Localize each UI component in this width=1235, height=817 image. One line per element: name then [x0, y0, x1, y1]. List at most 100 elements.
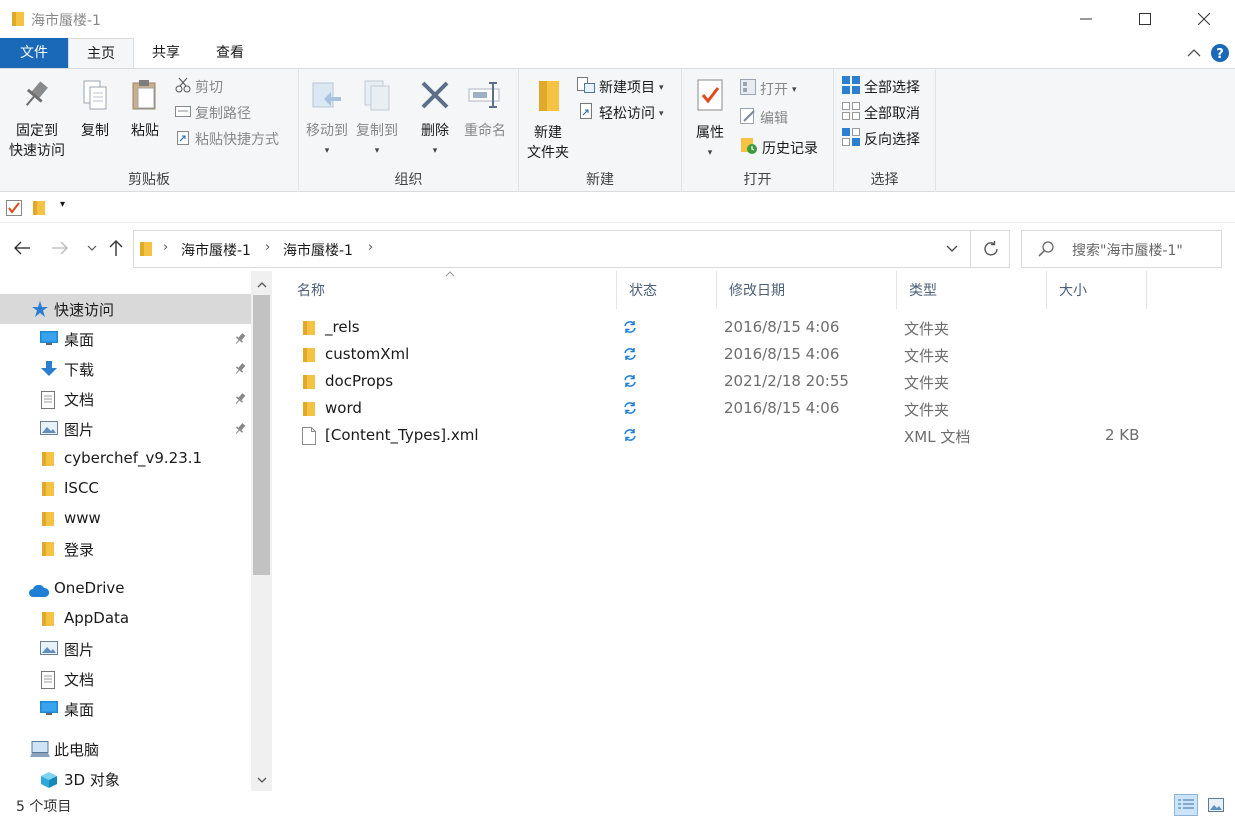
close-button[interactable]	[1175, 0, 1233, 38]
nav-item-3d-objects[interactable]: 3D 对象	[0, 764, 251, 794]
column-header-status[interactable]: 状态	[617, 271, 717, 309]
maximize-button[interactable]	[1116, 0, 1174, 38]
rename-button[interactable]: 重命名	[459, 79, 511, 141]
select-none-label: 全部取消	[864, 106, 920, 122]
nav-label: OneDrive	[54, 579, 125, 597]
minimize-button[interactable]	[1057, 0, 1115, 38]
collapse-ribbon-icon[interactable]	[1187, 38, 1201, 68]
file-row[interactable]: customXml 2016/8/15 4:06 文件夹	[285, 341, 1147, 368]
open-button[interactable]: 打开 ▾	[740, 78, 797, 101]
search-input[interactable]: 搜索"海市蜃楼-1"	[1072, 240, 1183, 260]
move-to-button[interactable]: 移动到 ▾	[305, 79, 349, 161]
nav-item-downloads[interactable]: 下载	[0, 354, 251, 384]
cube-icon	[40, 771, 58, 793]
invert-selection-button[interactable]: 反向选择	[842, 127, 920, 151]
nav-item-folder[interactable]: ISCC	[0, 474, 251, 504]
pin-icon[interactable]	[234, 421, 246, 439]
nav-item-folder[interactable]: 登录	[0, 534, 251, 564]
new-folder-icon[interactable]	[32, 200, 46, 220]
nav-item-this-pc[interactable]: 此电脑	[0, 734, 251, 764]
back-button[interactable]	[10, 237, 34, 259]
file-row[interactable]: [Content_Types].xml XML 文档 2 KB	[285, 422, 1147, 449]
new-folder-button[interactable]: 新建 文件夹	[523, 79, 573, 163]
breadcrumb-item[interactable]: 海市蜃楼-1	[181, 240, 251, 260]
breadcrumb-separator-icon[interactable]: ›	[368, 240, 373, 255]
download-icon	[40, 361, 58, 381]
folder-icon	[42, 611, 54, 631]
recent-locations-chevron-icon[interactable]	[80, 237, 104, 259]
nav-item-quick-access[interactable]: 快速访问	[0, 294, 251, 324]
properties-button[interactable]: 属性 ▾	[688, 79, 732, 163]
file-size: 2 KB	[1105, 426, 1140, 444]
nav-item-folder[interactable]: cyberchef_v9.23.1	[0, 444, 251, 474]
tab-home[interactable]: 主页	[68, 38, 134, 69]
large-icons-view-button[interactable]	[1204, 794, 1228, 816]
address-dropdown-icon[interactable]	[934, 231, 970, 267]
column-header-type[interactable]: 类型	[897, 271, 1047, 309]
pin-icon[interactable]	[234, 391, 246, 409]
column-header-name[interactable]: 名称	[285, 271, 617, 309]
select-all-button[interactable]: 全部选择	[842, 75, 920, 99]
address-bar[interactable]: › 海市蜃楼-1 › 海市蜃楼-1 ›	[133, 230, 1010, 268]
cut-button[interactable]: 剪切	[175, 77, 223, 99]
file-row[interactable]: word 2016/8/15 4:06 文件夹	[285, 395, 1147, 422]
column-header-size[interactable]: 大小	[1047, 271, 1147, 309]
select-none-button[interactable]: 全部取消	[842, 101, 920, 125]
nav-scrollbar[interactable]	[251, 271, 272, 791]
copy-to-button[interactable]: 复制到 ▾	[355, 79, 399, 161]
customize-toolbar-icon[interactable]: ▾	[60, 199, 65, 210]
desktop-icon	[40, 701, 58, 719]
file-row[interactable]: _rels 2016/8/15 4:06 文件夹	[285, 314, 1147, 341]
copy-button[interactable]: 复制	[74, 79, 116, 141]
sort-ascending-icon	[445, 269, 455, 280]
delete-button[interactable]: 删除 ▾	[413, 79, 457, 161]
nav-item-desktop[interactable]: 桌面	[0, 694, 251, 724]
scroll-up-icon[interactable]	[251, 275, 272, 295]
scroll-down-icon[interactable]	[251, 770, 272, 790]
properties-icon[interactable]	[6, 200, 22, 220]
file-row[interactable]: docProps 2021/2/18 20:55 文件夹	[285, 368, 1147, 395]
edit-button[interactable]: 编辑	[740, 107, 788, 130]
invert-selection-label: 反向选择	[864, 132, 920, 148]
help-icon[interactable]: ?	[1211, 38, 1229, 68]
column-header-modified[interactable]: 修改日期	[717, 271, 897, 309]
paste-shortcut-button[interactable]: 粘贴快捷方式	[175, 129, 279, 151]
details-view-button[interactable]	[1174, 794, 1198, 816]
nav-item-pictures[interactable]: 图片	[0, 634, 251, 664]
up-button[interactable]	[104, 237, 128, 259]
file-modified: 2016/8/15 4:06	[724, 399, 840, 417]
history-button[interactable]: 历史记录	[740, 137, 818, 160]
search-box[interactable]: 搜索"海市蜃楼-1"	[1021, 230, 1222, 268]
pin-icon[interactable]	[234, 361, 246, 379]
nav-label: 桌面	[64, 331, 95, 349]
nav-item-appdata[interactable]: AppData	[0, 604, 251, 634]
forward-button[interactable]	[48, 237, 72, 259]
nav-item-pictures[interactable]: 图片	[0, 414, 251, 444]
title-bar: 海市蜃楼-1	[0, 0, 1235, 38]
picture-icon	[40, 421, 58, 439]
tab-view[interactable]: 查看	[198, 38, 262, 68]
nav-item-documents[interactable]: 文档	[0, 664, 251, 694]
easy-access-button[interactable]: 轻松访问 ▾	[577, 102, 664, 125]
tab-share[interactable]: 共享	[134, 38, 198, 68]
nav-item-desktop[interactable]: 桌面	[0, 324, 251, 354]
breadcrumb-separator-icon[interactable]: ›	[265, 240, 270, 255]
nav-label: 图片	[64, 641, 95, 659]
refresh-button[interactable]	[970, 231, 1010, 267]
pin-quick-access-button[interactable]: 固定到 快速访问	[4, 79, 70, 161]
breadcrumb-separator-icon[interactable]: ›	[163, 240, 168, 255]
nav-label: 登录	[64, 541, 95, 559]
pin-icon[interactable]	[234, 331, 246, 349]
nav-item-documents[interactable]: 文档	[0, 384, 251, 414]
folder-icon	[42, 451, 54, 471]
tab-file[interactable]: 文件	[0, 38, 68, 68]
nav-item-onedrive[interactable]: OneDrive	[0, 574, 251, 604]
breadcrumb-item[interactable]: 海市蜃楼-1	[283, 240, 353, 260]
new-item-button[interactable]: 新建项目 ▾	[577, 76, 664, 99]
paste-button[interactable]: 粘贴	[124, 79, 166, 141]
nav-item-folder[interactable]: www	[0, 504, 251, 534]
copy-path-button[interactable]: 复制路径	[175, 103, 251, 125]
scrollbar-thumb[interactable]	[253, 295, 270, 575]
copy-path-icon	[175, 103, 191, 125]
clipboard-group: 固定到 快速访问 复制 粘贴 剪切 复制路径 粘贴快捷方式 剪贴板	[0, 69, 299, 192]
